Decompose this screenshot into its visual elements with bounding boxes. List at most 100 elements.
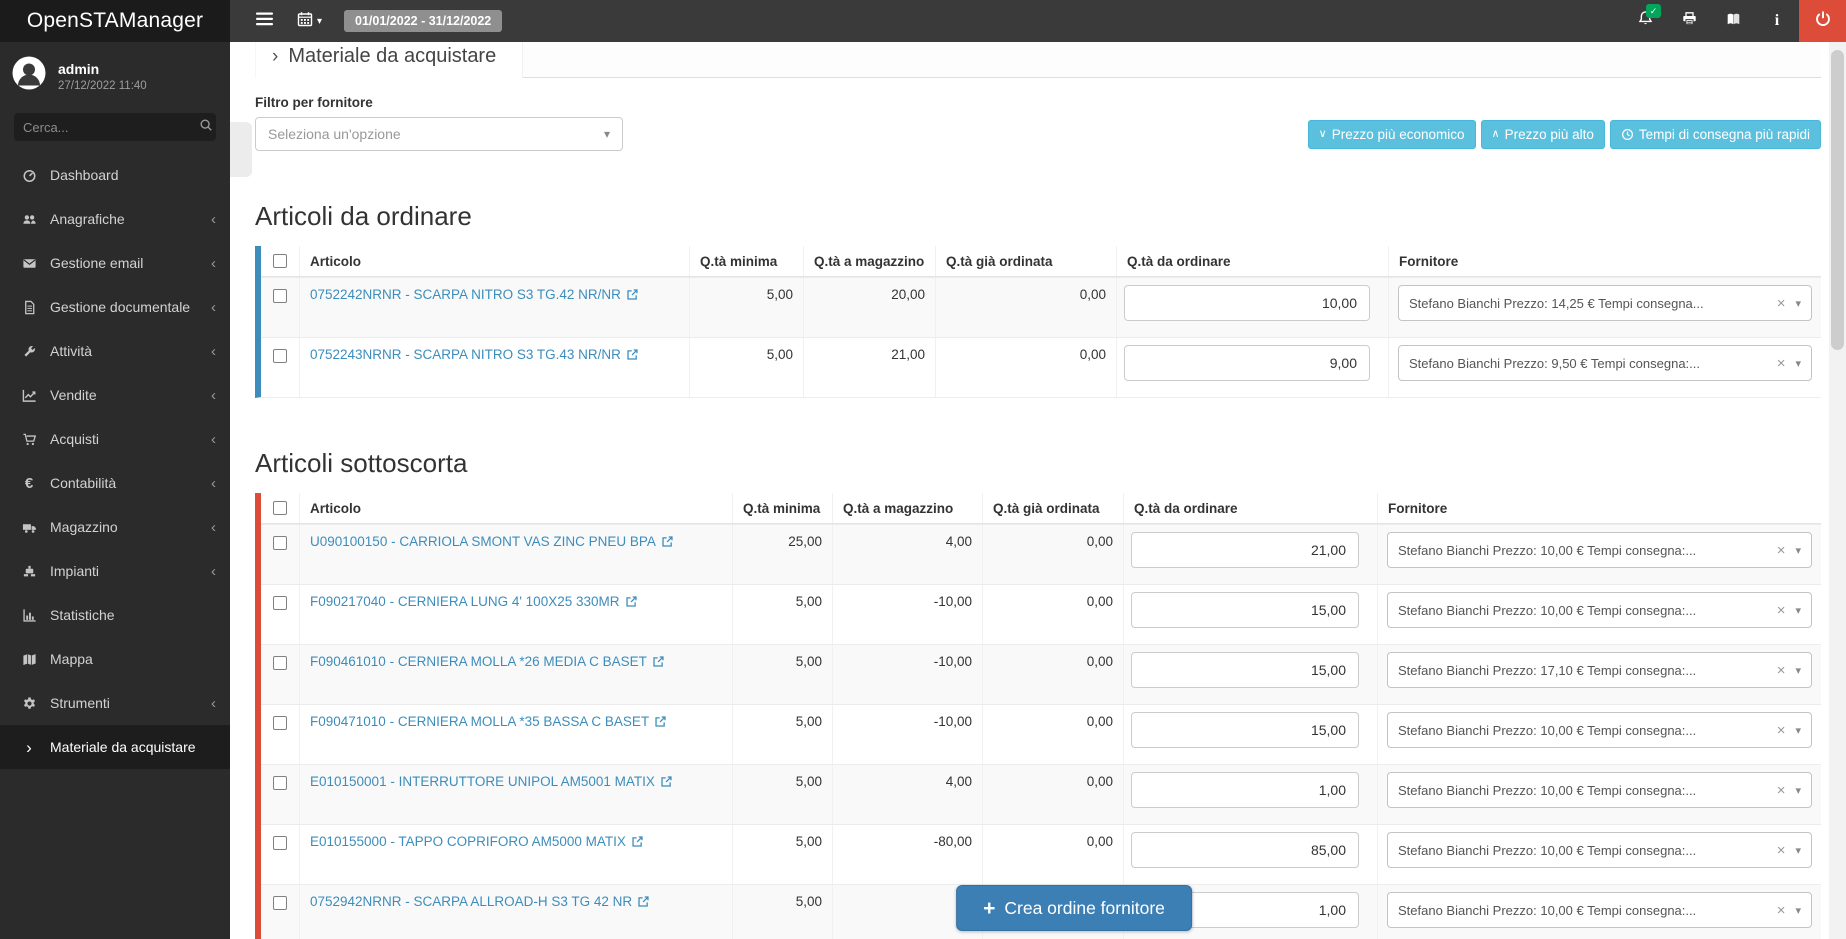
sort-fastest-delivery-button[interactable]: Tempi di consegna più rapidi (1610, 120, 1821, 149)
clear-selection-icon[interactable]: × (1777, 902, 1786, 919)
qty-to-order-input[interactable] (1131, 652, 1359, 688)
sidebar-item-impianti[interactable]: Impianti‹ (0, 549, 230, 593)
sidebar-item-materiale-da-acquistare[interactable]: ›Materiale da acquistare (0, 725, 230, 769)
users-icon (18, 212, 40, 227)
stock-qty-cell: 4,00 (832, 765, 982, 824)
sidebar-item-strumenti[interactable]: Strumenti‹ (0, 681, 230, 725)
article-link[interactable]: 0752942NRNR - SCARPA ALLROAD-H S3 TG 42 … (310, 894, 650, 909)
docs-button[interactable] (1711, 0, 1755, 42)
qty-to-order-input[interactable] (1131, 772, 1359, 808)
article-link[interactable]: E010150001 - INTERRUTTORE UNIPOL AM5001 … (310, 774, 673, 789)
qty-to-order-input[interactable] (1131, 712, 1359, 748)
qty-to-order-input[interactable] (1124, 285, 1370, 321)
clear-selection-icon[interactable]: × (1777, 602, 1786, 619)
select-all-checkbox[interactable] (273, 254, 287, 268)
clear-selection-icon[interactable]: × (1777, 295, 1786, 312)
column-header: Q.tà minima (689, 246, 803, 276)
supplier-select[interactable]: Stefano Bianchi Prezzo: 10,00 € Tempi co… (1387, 532, 1812, 568)
clear-selection-icon[interactable]: × (1777, 355, 1786, 372)
supplier-select[interactable]: Stefano Bianchi Prezzo: 10,00 € Tempi co… (1387, 592, 1812, 628)
section-title-articoli-sottoscorta: Articoli sottoscorta (255, 448, 1821, 479)
tables-container: Articoli da ordinareArticoloQ.tà minimaQ… (255, 201, 1821, 939)
sidebar-item-vendite[interactable]: Vendite‹ (0, 373, 230, 417)
supplier-select[interactable]: Stefano Bianchi Prezzo: 17,10 € Tempi co… (1387, 652, 1812, 688)
supplier-select-value: Stefano Bianchi Prezzo: 17,10 € Tempi co… (1398, 663, 1773, 678)
supplier-filter-select[interactable]: Seleziona un'opzione ▾ (255, 117, 623, 151)
clear-selection-icon[interactable]: × (1777, 662, 1786, 679)
calendar-button[interactable]: ▾ (289, 5, 330, 38)
document-icon (18, 300, 40, 315)
article-link[interactable]: E010155000 - TAPPO COPRIFORO AM5000 MATI… (310, 834, 644, 849)
article-link[interactable]: 0752243NRNR - SCARPA NITRO S3 TG.43 NR/N… (310, 347, 639, 362)
article-link[interactable]: U090100150 - CARRIOLA SMONT VAS ZINC PNE… (310, 534, 674, 549)
min-qty-cell: 5,00 (732, 585, 832, 644)
chevron-left-icon: ‹ (211, 431, 216, 448)
sidebar-item-mappa[interactable]: Mappa (0, 637, 230, 681)
clear-selection-icon[interactable]: × (1777, 722, 1786, 739)
sidebar-item-contabilit[interactable]: €Contabilità‹ (0, 461, 230, 505)
sidebar-item-anagrafiche[interactable]: Anagrafiche‹ (0, 197, 230, 241)
article-link[interactable]: F090217040 - CERNIERA LUNG 4' 100X25 330… (310, 594, 638, 609)
table-row: E010155000 - TAPPO COPRIFORO AM5000 MATI… (261, 824, 1821, 884)
sidebar-item-acquisti[interactable]: Acquisti‹ (0, 417, 230, 461)
row-checkbox[interactable] (273, 596, 287, 610)
sidebar-item-statistiche[interactable]: Statistiche (0, 593, 230, 637)
row-checkbox[interactable] (273, 536, 287, 550)
qty-to-order-input[interactable] (1131, 532, 1359, 568)
side-panel-handle[interactable] (230, 122, 252, 177)
sidebar-toggle-button[interactable] (248, 6, 281, 37)
row-checkbox[interactable] (273, 656, 287, 670)
sort-cheapest-button[interactable]: ∨Prezzo più economico (1308, 120, 1476, 149)
app-logo[interactable]: OpenSTAManager (0, 0, 230, 42)
printer-icon (1681, 11, 1698, 32)
sidebar-item-attivit[interactable]: Attività‹ (0, 329, 230, 373)
article-link[interactable]: F090461010 - CERNIERA MOLLA *26 MEDIA C … (310, 654, 665, 669)
scrollbar-thumb[interactable] (1831, 50, 1844, 350)
logout-button[interactable] (1799, 0, 1846, 42)
sidebar-item-magazzino[interactable]: Magazzino‹ (0, 505, 230, 549)
info-icon: i (1775, 12, 1779, 30)
row-checkbox[interactable] (273, 716, 287, 730)
qty-to-order-input[interactable] (1131, 832, 1359, 868)
min-qty-cell: 5,00 (689, 338, 803, 397)
qty-to-order-input[interactable] (1124, 345, 1370, 381)
qty-to-order-input[interactable] (1131, 592, 1359, 628)
sidebar-item-gestione-documentale[interactable]: Gestione documentale‹ (0, 285, 230, 329)
page-scrollbar[interactable] (1829, 42, 1846, 939)
ordered-qty-cell: 0,00 (982, 645, 1123, 704)
table-row: U090100150 - CARRIOLA SMONT VAS ZINC PNE… (261, 524, 1821, 584)
map-icon (18, 652, 40, 667)
supplier-select[interactable]: Stefano Bianchi Prezzo: 10,00 € Tempi co… (1387, 892, 1812, 928)
date-range-badge[interactable]: 01/01/2022 - 31/12/2022 (344, 10, 502, 32)
column-header: Articolo (299, 493, 732, 523)
sort-highest-price-button[interactable]: ∧Prezzo più alto (1481, 120, 1605, 149)
clear-selection-icon[interactable]: × (1777, 542, 1786, 559)
row-checkbox[interactable] (273, 776, 287, 790)
select-all-checkbox[interactable] (273, 501, 287, 515)
to-order-cell (1123, 585, 1377, 644)
print-button[interactable] (1667, 0, 1711, 42)
article-link[interactable]: 0752242NRNR - SCARPA NITRO S3 TG.42 NR/N… (310, 287, 639, 302)
row-checkbox[interactable] (273, 896, 287, 910)
plus-icon: + (983, 898, 995, 919)
row-checkbox[interactable] (273, 836, 287, 850)
supplier-select[interactable]: Stefano Bianchi Prezzo: 10,00 € Tempi co… (1387, 712, 1812, 748)
create-supplier-order-button[interactable]: + Crea ordine fornitore (956, 885, 1192, 931)
clear-selection-icon[interactable]: × (1777, 782, 1786, 799)
supplier-select[interactable]: Stefano Bianchi Prezzo: 10,00 € Tempi co… (1387, 832, 1812, 868)
row-checkbox[interactable] (273, 289, 287, 303)
stock-qty-cell: -80,00 (832, 825, 982, 884)
supplier-select[interactable]: Stefano Bianchi Prezzo: 10,00 € Tempi co… (1387, 772, 1812, 808)
clear-selection-icon[interactable]: × (1777, 842, 1786, 859)
search-input[interactable] (23, 120, 199, 135)
supplier-select[interactable]: Stefano Bianchi Prezzo: 9,50 € Tempi con… (1398, 345, 1812, 381)
info-button[interactable]: i (1755, 0, 1799, 42)
search-icon[interactable] (199, 118, 213, 137)
sidebar-item-gestione-email[interactable]: Gestione email‹ (0, 241, 230, 285)
notifications-button[interactable]: ✓ (1623, 0, 1667, 42)
ordered-qty-cell: 0,00 (935, 278, 1116, 337)
article-link[interactable]: F090471010 - CERNIERA MOLLA *35 BASSA C … (310, 714, 667, 729)
supplier-select[interactable]: Stefano Bianchi Prezzo: 14,25 € Tempi co… (1398, 285, 1812, 321)
sidebar-item-dashboard[interactable]: Dashboard (0, 153, 230, 197)
row-checkbox[interactable] (273, 349, 287, 363)
